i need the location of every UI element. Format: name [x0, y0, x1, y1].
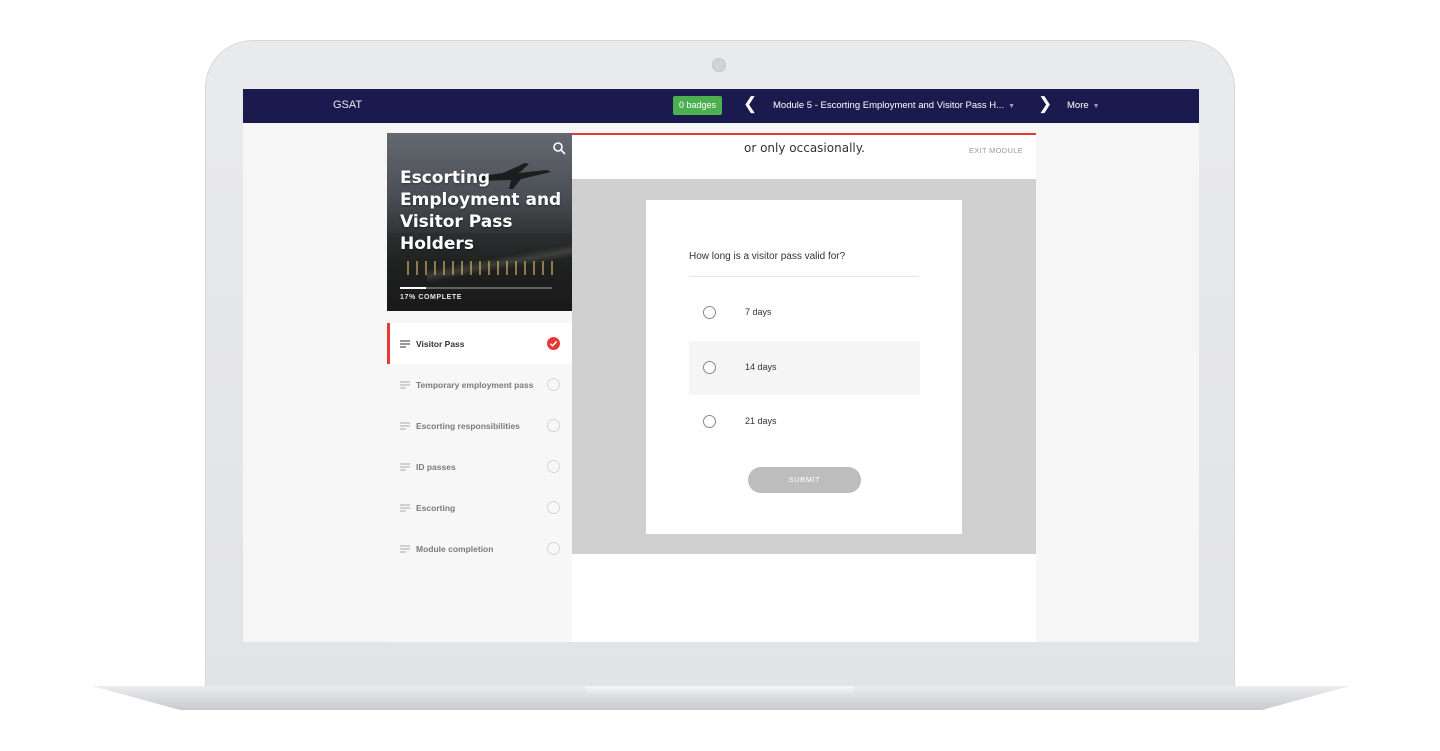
progress-bar-fill [400, 287, 426, 289]
radio-button[interactable] [703, 306, 716, 319]
chevron-right-icon[interactable]: ❯ [1038, 94, 1052, 114]
lesson-item-module-completion[interactable]: Module completion [387, 528, 572, 569]
lesson-lines-icon [400, 381, 410, 388]
top-nav-bar: GSAT 0 badges ❮ Module 5 - Escorting Emp… [243, 89, 1199, 123]
quiz-block: How long is a visitor pass valid for? 7 … [572, 179, 1036, 554]
lesson-lines-icon [400, 422, 410, 429]
empty-circle-icon [547, 419, 560, 432]
lesson-item-escorting[interactable]: Escorting [387, 487, 572, 528]
lesson-lines-icon [400, 463, 410, 470]
laptop-notch [585, 686, 855, 694]
lesson-lines-icon [400, 340, 410, 347]
empty-circle-icon [547, 501, 560, 514]
quiz-choice[interactable]: 21 days [689, 395, 920, 449]
radio-button[interactable] [703, 361, 716, 374]
lesson-label: Escorting responsibilities [416, 420, 520, 431]
module-selector[interactable]: Module 5 - Escorting Employment and Visi… [773, 100, 1015, 111]
content-text: or only occasionally. [744, 141, 865, 155]
check-circle-icon [547, 337, 560, 350]
lesson-item-escorting-responsibilities[interactable]: Escorting responsibilities [387, 405, 572, 446]
lesson-label: Escorting [416, 502, 456, 513]
laptop-camera [712, 58, 726, 72]
lesson-label: Module completion [416, 543, 494, 554]
lesson-lines-icon [400, 504, 410, 511]
lesson-item-id-passes[interactable]: ID passes [387, 446, 572, 487]
empty-circle-icon [547, 460, 560, 473]
search-icon[interactable] [552, 141, 566, 155]
chevron-left-icon[interactable]: ❮ [743, 94, 757, 114]
more-label: More [1067, 100, 1089, 111]
module-title-heading: Escorting Employment and Visitor Pass Ho… [400, 168, 562, 254]
lesson-label: ID passes [416, 461, 456, 472]
empty-circle-icon [547, 378, 560, 391]
choice-label: 7 days [745, 307, 772, 317]
lesson-item-visitor-pass[interactable]: Visitor Pass [387, 323, 572, 364]
chevron-down-icon: ▼ [1008, 103, 1016, 110]
empty-circle-icon [547, 542, 560, 555]
lesson-label: Temporary employment pass [416, 379, 534, 390]
quiz-choice[interactable]: 14 days [689, 341, 920, 395]
quiz-card: How long is a visitor pass valid for? 7 … [646, 200, 962, 534]
quiz-question: How long is a visitor pass valid for? [689, 251, 919, 277]
lesson-list: Visitor Pass Temporary employment pass E… [387, 323, 572, 569]
badges-button[interactable]: 0 badges [673, 96, 723, 115]
module-title: Module 5 - Escorting Employment and Visi… [773, 100, 1005, 111]
choice-label: 21 days [745, 416, 777, 426]
more-menu[interactable]: More ▼ [1067, 100, 1100, 111]
lesson-label: Visitor Pass [416, 338, 465, 349]
module-hero: Escorting Employment and Visitor Pass Ho… [387, 133, 572, 311]
submit-button[interactable]: SUBMIT [748, 467, 861, 493]
chevron-down-icon: ▼ [1092, 103, 1100, 110]
lesson-item-temporary-employment-pass[interactable]: Temporary employment pass [387, 364, 572, 405]
module-sidebar: Escorting Employment and Visitor Pass Ho… [387, 133, 572, 642]
lesson-content: or only occasionally. EXIT MODULE How lo… [572, 133, 1036, 642]
quiz-choice[interactable]: 7 days [689, 286, 920, 340]
radio-button[interactable] [703, 415, 716, 428]
hero-runway-lights [407, 261, 557, 275]
exit-module-link[interactable]: EXIT MODULE [969, 146, 1023, 155]
progress-bar [400, 287, 552, 289]
progress-label: 17% COMPLETE [400, 294, 463, 301]
lesson-lines-icon [400, 545, 410, 552]
brand-link[interactable]: GSAT [333, 99, 362, 111]
choice-label: 14 days [745, 362, 777, 372]
laptop-screen: GSAT 0 badges ❮ Module 5 - Escorting Emp… [243, 89, 1199, 642]
